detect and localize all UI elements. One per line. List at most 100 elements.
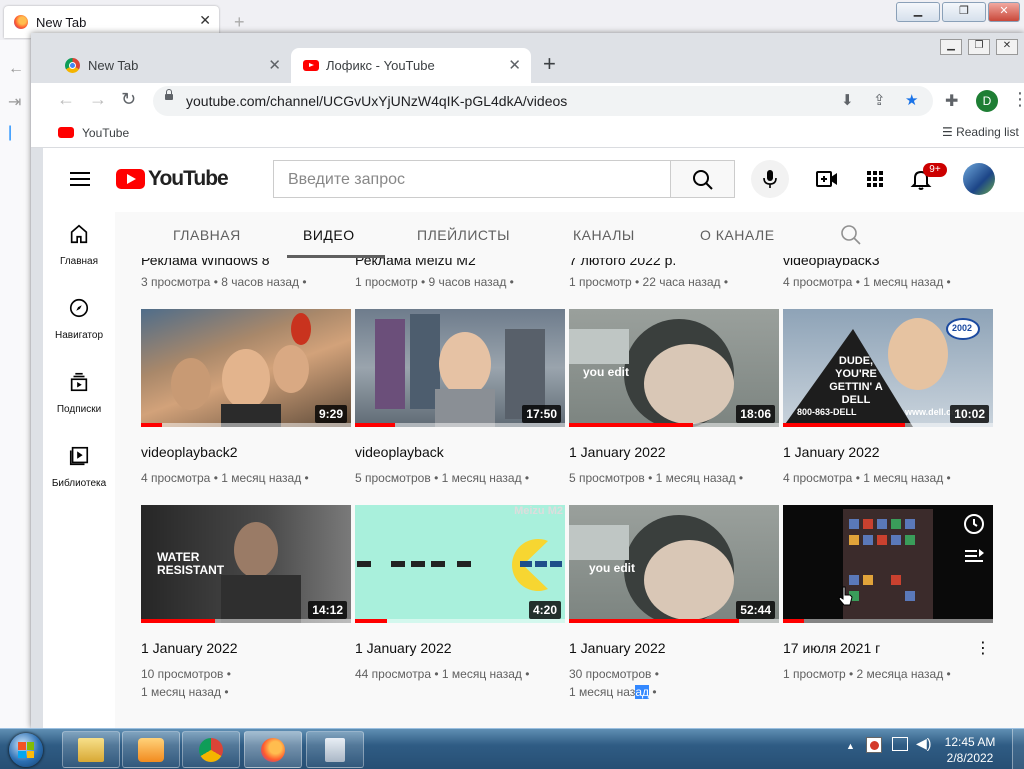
maximize-button[interactable]: ❐ (942, 2, 986, 22)
chrome-window-controls: ▁ ❐ ✕ (940, 39, 1018, 55)
guide-item-library[interactable]: Библиотека (43, 434, 115, 494)
account-avatar[interactable] (963, 163, 995, 195)
video-title[interactable]: 1 January 2022 (355, 640, 452, 656)
video-title[interactable]: 1 January 2022 (783, 444, 880, 460)
maximize-button[interactable]: ❐ (968, 39, 990, 55)
close-icon[interactable]: ✕ (199, 12, 211, 29)
guide-item-explore[interactable]: Навигатор (43, 286, 115, 346)
hamburger-menu-icon[interactable] (70, 172, 90, 186)
video-thumbnail-hovered[interactable] (783, 505, 993, 623)
watch-progress-bar (783, 619, 804, 623)
chrome-tab-strip: New Tab ✕ Лофикс - YouTube ✕ + ▁ ❐ ✕ (31, 33, 1024, 83)
forward-arrow-icon[interactable]: → (89, 89, 107, 110)
tab-about[interactable]: О КАНАЛЕ (700, 227, 775, 243)
extensions-puzzle-icon[interactable]: ✚ (945, 91, 958, 111)
folder-icon (78, 738, 104, 762)
apps-grid-icon[interactable] (863, 167, 887, 191)
menu-kebab-icon[interactable]: ⋮ (1011, 89, 1024, 110)
guide-item-subscriptions[interactable]: Подписки (43, 360, 115, 420)
watch-progress-bar (141, 619, 215, 623)
guide-label: Библиотека (51, 478, 107, 489)
video-thumbnail[interactable]: you edit 18:06 (569, 309, 779, 427)
channel-search-icon[interactable] (840, 224, 862, 246)
youtube-logo-icon[interactable] (116, 169, 145, 189)
mouse-cursor-icon (838, 586, 853, 606)
video-title[interactable]: 1 January 2022 (569, 640, 666, 656)
volume-icon[interactable]: ◀) (916, 735, 931, 752)
chrome-icon (199, 738, 223, 762)
taskbar: ▲ ◀) 12:45 AM 2/8/2022 (0, 728, 1024, 769)
taskbar-firefox[interactable] (244, 731, 302, 768)
duration-badge: 17:50 (522, 405, 561, 423)
video-thumbnail[interactable]: DUDE, YOU'RE GETTIN' A DELL 2002 800-863… (783, 309, 993, 427)
tab-channels[interactable]: КАНАЛЫ (573, 227, 635, 243)
video-thumbnail[interactable]: Meizu M2 4:20 (355, 505, 565, 623)
info-icon[interactable]: | (8, 124, 12, 142)
video-title[interactable]: 1 January 2022 (569, 444, 666, 460)
chrome-tab-new-tab[interactable]: New Tab ✕ (53, 48, 291, 83)
taskbar-explorer[interactable] (62, 731, 120, 768)
firefox-new-tab-button[interactable]: + (234, 12, 245, 33)
watch-progress-bar (783, 423, 905, 427)
add-to-queue-icon[interactable] (963, 545, 985, 567)
video-title[interactable]: videoplayback2 (141, 444, 238, 460)
thumbnail-overlay-text: WATER RESISTANT (157, 550, 225, 577)
lock-icon[interactable] (165, 89, 173, 100)
video-thumbnail[interactable]: you edit 52:44 (569, 505, 779, 623)
video-actions-menu-icon[interactable]: ⋮ (975, 638, 991, 658)
search-input[interactable] (286, 170, 660, 190)
reload-icon[interactable]: ↻ (121, 89, 136, 110)
new-tab-button[interactable]: + (543, 51, 556, 77)
share-icon[interactable]: ⇪ (873, 91, 886, 109)
reading-list-button[interactable]: ☰ Reading list (942, 125, 1019, 139)
chrome-tab-youtube[interactable]: Лофикс - YouTube ✕ (291, 48, 531, 83)
minimize-button[interactable]: ▁ (940, 39, 962, 55)
minimize-button[interactable]: ▁ (896, 2, 940, 22)
start-button[interactable] (2, 731, 52, 767)
tab-home[interactable]: ГЛАВНАЯ (173, 227, 241, 243)
video-title[interactable]: 7 лютого 2022 р. (569, 258, 676, 268)
close-icon[interactable]: ✕ (508, 56, 521, 74)
show-desktop-button[interactable] (1012, 729, 1024, 769)
bookmark-youtube[interactable]: YouTube (82, 126, 129, 140)
address-bar[interactable]: youtube.com/channel/UCGvUxYjUNzW4qIK-pGL… (153, 86, 933, 116)
search-button[interactable] (671, 160, 735, 198)
youtube-wordmark[interactable]: YouTube (148, 167, 229, 191)
voice-search-button[interactable] (751, 160, 789, 198)
sign-in-icon[interactable]: ⇥ (8, 92, 21, 112)
guide-label: Подписки (56, 404, 102, 415)
close-icon[interactable]: ✕ (268, 56, 281, 74)
firefox-icon (261, 738, 285, 762)
back-arrow-icon[interactable]: ← (8, 60, 24, 78)
video-thumbnail[interactable]: WATER RESISTANT 14:12 (141, 505, 351, 623)
close-window-button[interactable]: ✕ (988, 2, 1020, 22)
network-icon[interactable] (892, 737, 908, 751)
thumbnail-overlay-text: you edit (589, 561, 636, 575)
thumbnail-overlay-text: Meizu M2 (514, 505, 563, 517)
tab-videos[interactable]: ВИДЕО (303, 227, 355, 243)
back-arrow-icon[interactable]: ← (57, 89, 75, 110)
watch-later-clock-icon[interactable] (963, 513, 985, 535)
video-title[interactable]: videoplayback3 (783, 258, 880, 268)
video-title[interactable]: videoplayback (355, 444, 444, 460)
taskbar-media-player[interactable] (122, 731, 180, 768)
video-thumbnail[interactable]: 17:50 (355, 309, 565, 427)
subscriptions-icon (70, 372, 88, 392)
bookmark-star-icon[interactable]: ★ (905, 91, 918, 109)
thumbnail-image (843, 509, 933, 619)
close-window-button[interactable]: ✕ (996, 39, 1018, 55)
taskbar-clock[interactable]: 12:45 AM 2/8/2022 (940, 734, 1000, 766)
video-title[interactable]: Реклама Windows 8 (141, 258, 270, 268)
show-hidden-icons-arrow[interactable]: ▲ (846, 741, 855, 751)
install-app-icon[interactable]: ⬇ (841, 91, 854, 109)
profile-avatar[interactable]: D (976, 90, 998, 112)
taskbar-chrome[interactable] (182, 731, 240, 768)
tab-playlists[interactable]: ПЛЕЙЛИСТЫ (417, 227, 510, 243)
video-thumbnail[interactable]: 9:29 (141, 309, 351, 427)
guide-item-home[interactable]: Главная (43, 212, 115, 272)
taskbar-calculator[interactable] (306, 731, 364, 768)
video-title[interactable]: 17 июля 2021 г (783, 640, 880, 656)
video-title[interactable]: Реклама Meizu M2 (355, 258, 476, 268)
create-video-icon[interactable] (815, 167, 839, 191)
video-title[interactable]: 1 January 2022 (141, 640, 238, 656)
